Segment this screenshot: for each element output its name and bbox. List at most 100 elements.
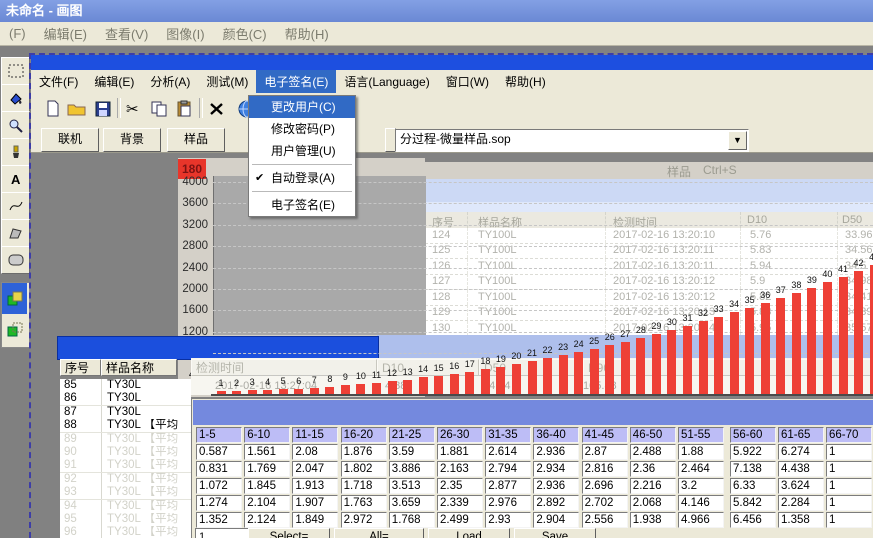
cut-icon[interactable]: ✂ (121, 97, 144, 120)
dist-cell[interactable]: 2.794 (485, 461, 531, 477)
results-row-faded[interactable]: 96TY30L 【平均 (60, 526, 191, 538)
dist-cell[interactable]: 1.358 (778, 512, 824, 528)
app-title-bar[interactable] (31, 55, 873, 70)
dist-cell[interactable]: 2.08 (292, 444, 338, 460)
results-row-faded[interactable]: 94TY30L 【平均 (60, 500, 191, 514)
dist-cell[interactable]: 1.561 (244, 444, 290, 460)
dist-cell[interactable]: 3.2 (678, 478, 724, 494)
menu-item-normal[interactable]: 用户管理(U) (249, 140, 355, 162)
copy-icon[interactable] (147, 97, 170, 120)
menu-item-normal[interactable]: 电子签名(E) (249, 194, 355, 216)
dist-cell[interactable]: 0.587 (196, 444, 242, 460)
dist-cell[interactable]: 4.966 (678, 512, 724, 528)
dist-button-save[interactable]: Save (514, 528, 596, 538)
results-row-faded[interactable]: 93TY30L 【平均 (60, 486, 191, 500)
dist-cell[interactable]: 6.456 (730, 512, 776, 528)
dist-cell[interactable]: 2.36 (630, 461, 676, 477)
dist-button-load[interactable]: Load (428, 528, 510, 538)
dist-cell[interactable]: 2.904 (533, 512, 579, 528)
dist-cell[interactable]: 1.849 (292, 512, 338, 528)
paint-menu-item[interactable]: 图像(I) (157, 24, 213, 43)
combo-dropdown-arrow-icon[interactable]: ▼ (728, 131, 747, 150)
results-row-faded[interactable]: 95TY30L 【平均 (60, 513, 191, 527)
dist-cell[interactable]: 1.763 (341, 495, 387, 511)
menu-item-normal[interactable]: 自动登录(A)✔ (249, 167, 355, 189)
dist-cell[interactable]: 1.802 (341, 461, 387, 477)
sample-table-row[interactable]: 124TY100L2017-02-16 13:20:105.7633.96 (425, 228, 873, 244)
dist-cell[interactable]: 1 (826, 495, 872, 511)
dist-cell[interactable]: 3.624 (778, 478, 824, 494)
dist-cell[interactable]: 2.047 (292, 461, 338, 477)
opaque-paste-icon[interactable] (2, 283, 27, 314)
dist-cell[interactable]: 2.976 (485, 495, 531, 511)
delete-icon[interactable] (205, 97, 228, 120)
dist-cell[interactable]: 7.138 (730, 461, 776, 477)
dist-cell[interactable]: 1.352 (196, 512, 242, 528)
menu-item-highlighted[interactable]: 更改用户(C) (249, 96, 355, 118)
dist-cell[interactable]: 1.072 (196, 478, 242, 494)
dist-cell[interactable]: 2.068 (630, 495, 676, 511)
dist-cell[interactable]: 2.892 (533, 495, 579, 511)
new-doc-icon[interactable] (41, 97, 64, 120)
dist-cell[interactable]: 1 (826, 444, 872, 460)
curve-icon[interactable] (1, 192, 30, 220)
dist-cell[interactable]: 1.274 (196, 495, 242, 511)
dist-cell[interactable]: 2.936 (533, 478, 579, 494)
dist-cell[interactable]: 2.696 (582, 478, 628, 494)
results-row[interactable]: 86TY30L (60, 392, 191, 406)
app-menu-item[interactable]: 测试(M) (198, 70, 256, 93)
dist-cell[interactable]: 1 (826, 512, 872, 528)
results-row-faded[interactable]: 92TY30L 【平均 (60, 473, 191, 487)
sample-window-bar[interactable]: 样品 Ctrl+S (425, 162, 873, 180)
rounded-rect-icon[interactable] (1, 246, 30, 274)
polygon-icon[interactable] (1, 219, 30, 247)
paint-menu-item[interactable]: 编辑(E) (35, 24, 96, 43)
paint-title-bar[interactable]: 未命名 - 画图 (0, 0, 873, 22)
dist-cell[interactable]: 2.614 (485, 444, 531, 460)
dist-cell[interactable]: 2.339 (437, 495, 483, 511)
dist-cell[interactable]: 3.59 (389, 444, 435, 460)
fill-color-icon[interactable] (1, 84, 30, 112)
dist-cell[interactable]: 2.35 (437, 478, 483, 494)
app-menu-item[interactable]: 语言(Language) (336, 70, 437, 93)
dist-cell[interactable]: 2.216 (630, 478, 676, 494)
transparent-paste-icon[interactable] (2, 314, 27, 345)
app-menu-item-active[interactable]: 电子签名(E) (256, 70, 336, 93)
text-icon[interactable]: A (1, 165, 30, 193)
sample-table-row[interactable]: 129TY100L2017-02-16 13:20:135.8334.39 (425, 305, 873, 321)
paint-menu-item[interactable]: 查看(V) (96, 24, 157, 43)
paint-menu-item[interactable]: 帮助(H) (276, 24, 338, 43)
dist-cell[interactable]: 0.831 (196, 461, 242, 477)
dist-cell[interactable]: 2.87 (582, 444, 628, 460)
app-menu-item[interactable]: 帮助(H) (497, 70, 554, 93)
dist-cell[interactable]: 1.938 (630, 512, 676, 528)
app-menu-item[interactable]: 分析(A) (142, 70, 198, 93)
dist-cell[interactable]: 2.163 (437, 461, 483, 477)
dist-cell[interactable]: 1.718 (341, 478, 387, 494)
paste-icon[interactable] (173, 97, 196, 120)
dist-cell[interactable]: 3.513 (389, 478, 435, 494)
dist-cell[interactable]: 1.881 (437, 444, 483, 460)
app-button-1[interactable]: 联机 (41, 128, 99, 152)
dist-cell[interactable]: 2.499 (437, 512, 483, 528)
dist-cell[interactable]: 1.88 (678, 444, 724, 460)
dist-cell[interactable]: 2.936 (533, 444, 579, 460)
dist-cell[interactable]: 2.934 (533, 461, 579, 477)
results-row[interactable]: 85TY30L (60, 379, 191, 393)
dist-cell[interactable]: 1.769 (244, 461, 290, 477)
save-icon[interactable] (91, 97, 114, 120)
dist-cell[interactable]: 1.845 (244, 478, 290, 494)
results-row-faded[interactable]: 90TY30L 【平均 (60, 446, 191, 460)
dist-cell[interactable]: 1.768 (389, 512, 435, 528)
row-count-input[interactable] (195, 528, 255, 538)
sop-combo[interactable]: 分过程-微量样品.sop ▼ (395, 129, 749, 152)
magnifier-icon[interactable] (1, 111, 30, 139)
dist-cell[interactable]: 1 (826, 461, 872, 477)
dist-cell[interactable]: 6.33 (730, 478, 776, 494)
results-row[interactable]: 88TY30L 【平均 (60, 419, 191, 433)
paint-menu-item[interactable]: 颜色(C) (214, 24, 276, 43)
results-row-faded[interactable]: 89TY30L 【平均 (60, 433, 191, 447)
dist-cell[interactable]: 2.816 (582, 461, 628, 477)
menu-item-normal[interactable]: 修改密码(P) (249, 118, 355, 140)
results-row[interactable]: 87TY30L (60, 406, 191, 420)
